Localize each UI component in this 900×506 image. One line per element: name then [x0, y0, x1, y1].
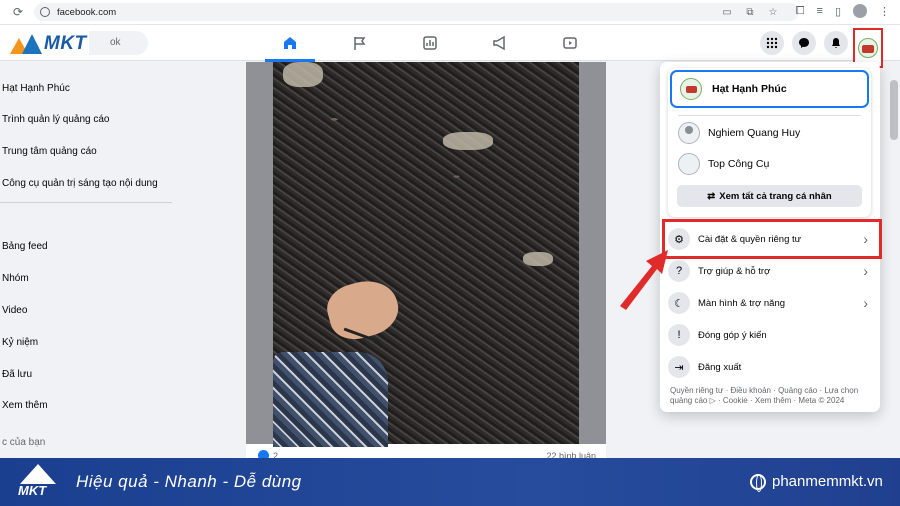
current-profile-name: Hạt Hạnh Phúc — [712, 83, 787, 95]
post-photo-frame — [246, 62, 606, 447]
site-info-icon[interactable] — [40, 7, 50, 17]
menu-grid-button[interactable] — [760, 31, 784, 55]
settings-highlight-box — [662, 219, 882, 259]
sidebar-divider — [0, 202, 172, 203]
translate-icon[interactable]: ⧉ — [743, 5, 757, 19]
reload-icon[interactable]: ⟳ — [10, 4, 26, 20]
post-photo[interactable] — [273, 62, 579, 447]
flag-icon — [354, 37, 366, 50]
current-profile[interactable]: Hạt Hạnh Phúc — [670, 70, 869, 108]
sidebar-item-feed[interactable]: Bảng feed — [2, 241, 48, 252]
profile-switcher: Hạt Hạnh Phúc Nghiem Quang Huy Top Công … — [668, 68, 871, 217]
banner-logo: MKT — [14, 464, 62, 500]
browser-profile-icon[interactable] — [853, 4, 867, 18]
profile-item[interactable]: Top Công Cụ — [678, 153, 769, 175]
tab-home[interactable] — [255, 25, 325, 62]
refresh-avatar-icon — [678, 153, 700, 175]
menu-item-label: Màn hình & trợ năng — [698, 297, 786, 309]
browser-menu-icon[interactable]: ⋮ — [879, 5, 890, 18]
profile-name: Nghiem Quang Huy — [708, 127, 801, 139]
home-icon — [284, 37, 296, 49]
feedback-icon: ! — [668, 324, 690, 346]
page-scrollbar[interactable] — [890, 80, 898, 140]
card-divider — [678, 115, 861, 116]
user-avatar — [678, 122, 700, 144]
facebook-top-nav: ok MKT — [0, 25, 900, 62]
tab-video[interactable] — [535, 25, 605, 61]
menu-item-label: Đóng góp ý kiến — [698, 329, 767, 341]
messenger-icon — [799, 38, 809, 48]
photo-highlight — [283, 62, 323, 87]
browser-extensions: ⧠ ≡ ▯ ⋮ — [796, 4, 890, 18]
messenger-button[interactable] — [792, 31, 816, 55]
cast-icon[interactable]: ▭ — [720, 5, 734, 19]
address-bar-actions: ▭ ⧉ ☆ — [720, 5, 780, 19]
bookmark-star-icon[interactable]: ☆ — [766, 5, 780, 19]
nav-right-actions — [760, 31, 848, 55]
photo-sleeve — [273, 352, 388, 447]
chevron-right-icon: › — [863, 263, 868, 279]
page-avatar — [858, 38, 878, 58]
post-footer: 2 22 bình luận — [246, 444, 606, 461]
banner-website[interactable]: phanmemmkt.vn — [750, 473, 883, 492]
sidebar-item-page[interactable]: Hạt Hạnh Phúc — [2, 83, 70, 94]
banner-slogan: Hiệu quả - Nhanh - Dễ dùng — [76, 472, 302, 491]
sidebar-item-ad-center[interactable]: Trung tâm quảng cáo — [2, 146, 97, 157]
photo-highlight — [523, 252, 553, 266]
bell-icon — [832, 38, 840, 48]
profile-name: Top Công Cụ — [708, 158, 770, 170]
sidebar-item-memories[interactable]: Kỷ niệm — [2, 337, 38, 348]
sidepanel-icon[interactable]: ▯ — [835, 5, 841, 18]
left-sidebar: Hạt Hạnh Phúc Trình quản lý quảng cáo Tr… — [0, 62, 175, 458]
sidebar-item-groups[interactable]: Nhóm — [2, 273, 29, 284]
sidebar-section-shortcuts: c của bạn — [2, 437, 46, 448]
sidebar-item-creator-tools[interactable]: Công cụ quản trị sáng tạo nội dung — [2, 178, 158, 189]
sidebar-item-saved[interactable]: Đã lưu — [2, 369, 32, 380]
sidebar-item-see-more[interactable]: Xem thêm — [2, 400, 48, 411]
menu-item-logout[interactable]: ⇥ Đăng xuất — [668, 352, 872, 382]
banner-website-text: phanmemmkt.vn — [772, 473, 883, 490]
tab-ads[interactable] — [465, 25, 535, 61]
photo-highlight — [443, 132, 493, 150]
tab-pages[interactable] — [325, 25, 395, 61]
see-all-profiles-button[interactable]: ⇄ Xem tất cả trang cá nhân — [677, 185, 862, 207]
megaphone-icon — [493, 35, 505, 51]
url-text: facebook.com — [57, 6, 117, 18]
promo-banner: MKT Hiệu quả - Nhanh - Dễ dùng phanmemmk… — [0, 458, 900, 506]
menu-item-feedback[interactable]: ! Đóng góp ý kiến — [668, 320, 872, 350]
mkt-logo-mark — [10, 34, 42, 54]
logout-icon: ⇥ — [668, 356, 690, 378]
profile-item[interactable]: Nghiem Quang Huy — [678, 122, 800, 144]
mkt-logo-text: MKT — [44, 33, 87, 54]
see-all-label: Xem tất cả trang cá nhân — [719, 190, 832, 202]
sidebar-item-video[interactable]: Video — [2, 305, 27, 316]
chart-icon — [423, 36, 437, 50]
menu-item-help[interactable]: ? Trợ giúp & hỗ trợ › — [668, 256, 872, 286]
banner-logo-text: MKT — [18, 483, 47, 498]
menu-item-label: Trợ giúp & hỗ trợ — [698, 265, 771, 277]
globe-icon — [750, 473, 766, 492]
banner-logo-mark — [20, 464, 56, 484]
chevron-right-icon: › — [863, 295, 868, 311]
browser-toolbar: ⟳ facebook.com ▭ ⧉ ☆ ⧠ ≡ ▯ ⋮ — [0, 0, 900, 25]
extensions-icon[interactable]: ⧠ — [796, 5, 805, 18]
nav-tabs — [255, 25, 605, 62]
tab-insights[interactable] — [395, 25, 465, 61]
address-bar[interactable]: facebook.com — [34, 3, 799, 21]
menu-item-display[interactable]: ☾ Màn hình & trợ năng › — [668, 288, 872, 318]
red-arrow-annotation — [620, 250, 668, 310]
notifications-button[interactable] — [824, 31, 848, 55]
menu-item-label: Đăng xuất — [698, 361, 742, 373]
grid-icon — [766, 37, 778, 49]
footer-links[interactable]: Quyền riêng tư · Điều khoản · Quảng cáo … — [670, 386, 870, 406]
page-avatar — [680, 78, 702, 100]
mkt-logo: MKT — [8, 31, 89, 57]
sidebar-item-ads-manager[interactable]: Trình quản lý quảng cáo — [2, 114, 109, 125]
feed-post: 2 22 bình luận — [246, 62, 606, 461]
video-icon — [563, 37, 577, 49]
tab-search-icon[interactable]: ≡ — [817, 5, 823, 17]
profiles-icon: ⇄ — [707, 190, 716, 202]
